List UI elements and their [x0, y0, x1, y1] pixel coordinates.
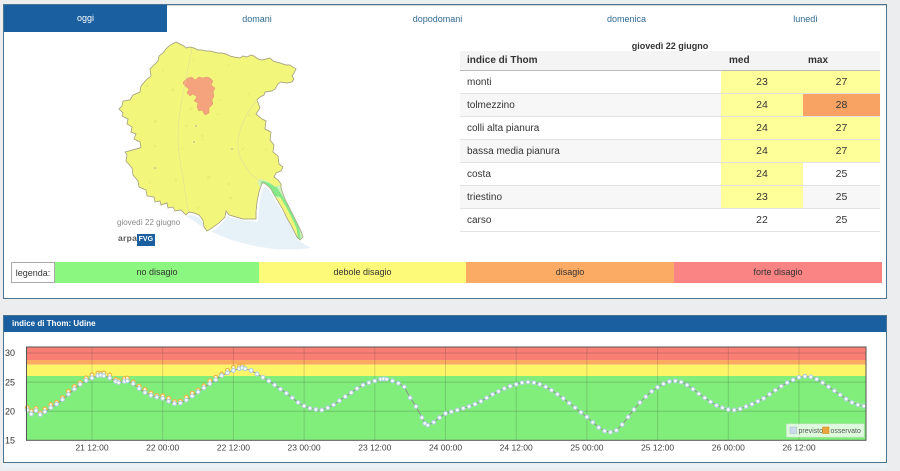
svg-text:24 00:00: 24 00:00	[429, 443, 462, 453]
svg-text:22 12:00: 22 12:00	[217, 443, 250, 453]
svg-text:15: 15	[5, 436, 15, 446]
svg-text:25 00:00: 25 00:00	[570, 443, 603, 453]
svg-text:25: 25	[5, 377, 15, 387]
svg-text:23 00:00: 23 00:00	[288, 443, 321, 453]
svg-text:23 12:00: 23 12:00	[358, 443, 391, 453]
svg-text:osservato: osservato	[831, 428, 861, 435]
svg-text:21 12:00: 21 12:00	[75, 443, 108, 453]
svg-text:20: 20	[5, 406, 15, 416]
svg-text:26 12:00: 26 12:00	[782, 443, 815, 453]
svg-text:25 12:00: 25 12:00	[641, 443, 674, 453]
svg-text:previsto: previsto	[799, 428, 824, 435]
svg-text:22 00:00: 22 00:00	[146, 443, 179, 453]
svg-text:24 12:00: 24 12:00	[500, 443, 533, 453]
svg-text:30: 30	[5, 348, 15, 358]
svg-text:26 00:00: 26 00:00	[712, 443, 745, 453]
